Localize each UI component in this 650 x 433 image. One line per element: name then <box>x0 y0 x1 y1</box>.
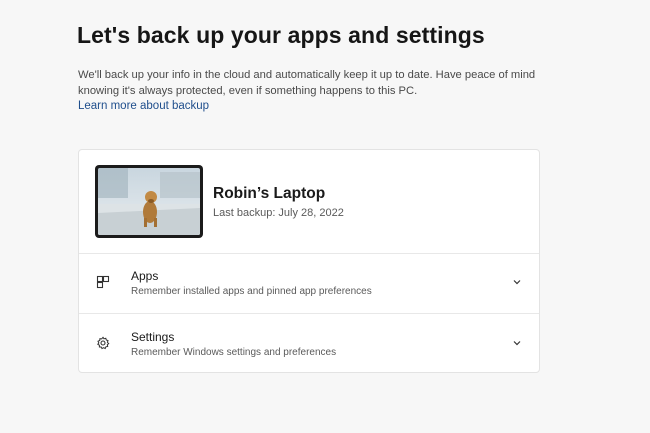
backup-page: Let's back up your apps and settings We'… <box>0 0 650 433</box>
page-description: We'll back up your info in the cloud and… <box>78 69 536 97</box>
page-title: Let's back up your apps and settings <box>77 22 485 48</box>
apps-option-title: Apps <box>131 269 159 283</box>
settings-option-title: Settings <box>131 330 175 344</box>
last-backup-text: Last backup: July 28, 2022 <box>213 207 344 219</box>
settings-option-row[interactable]: Settings Remember Windows settings and p… <box>79 314 539 374</box>
settings-option-subtitle: Remember Windows settings and preference… <box>131 347 337 358</box>
learn-more-link[interactable]: Learn more about backup <box>78 100 209 112</box>
laptop-thumbnail <box>95 165 203 238</box>
apps-option-subtitle: Remember installed apps and pinned app p… <box>131 286 372 297</box>
backup-card: Robin’s Laptop Last backup: July 28, 202… <box>78 149 540 373</box>
apps-option-row[interactable]: Apps Remember installed apps and pinned … <box>79 253 539 314</box>
device-row: Robin’s Laptop Last backup: July 28, 202… <box>79 150 539 254</box>
apps-icon <box>96 275 110 289</box>
gear-icon <box>97 336 110 350</box>
chevron-down-icon[interactable] <box>512 338 522 348</box>
device-name: Robin’s Laptop <box>213 185 326 202</box>
dog-wallpaper-icon <box>98 168 200 235</box>
chevron-down-icon[interactable] <box>512 277 522 287</box>
